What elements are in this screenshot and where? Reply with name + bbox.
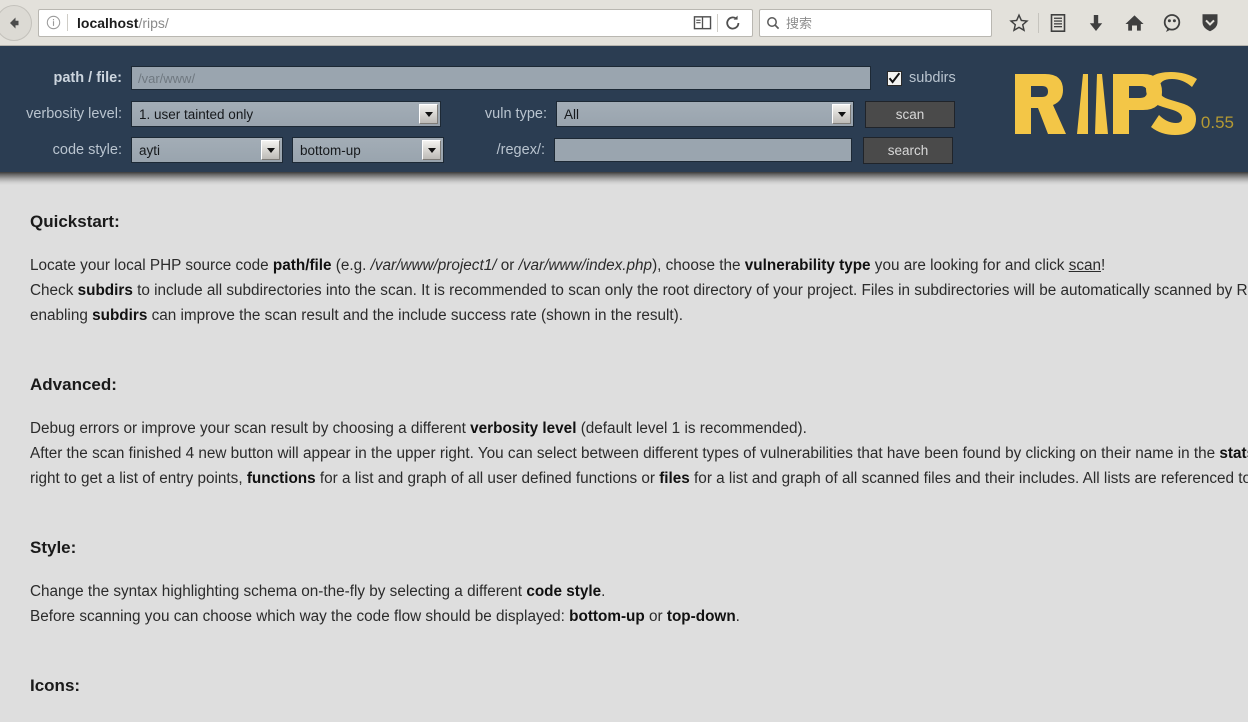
url-bar[interactable]: localhost/rips/ bbox=[38, 8, 753, 37]
text: Debug errors or improve your scan result… bbox=[30, 420, 471, 437]
text: or bbox=[496, 257, 519, 274]
back-button[interactable] bbox=[0, 4, 32, 41]
browser-toolbar-icons bbox=[1000, 8, 1229, 38]
text: or bbox=[644, 608, 667, 625]
subdirs-term-2: subdirs bbox=[92, 307, 148, 324]
code-flow-select[interactable]: bottom-up bbox=[292, 137, 444, 163]
rips-logo: 0.55 bbox=[1009, 68, 1234, 140]
style-paragraph-1: Change the syntax highlighting schema on… bbox=[30, 579, 1248, 604]
chevron-down-icon[interactable] bbox=[832, 104, 851, 124]
vuln-type-label: vuln type: bbox=[484, 106, 547, 122]
scan-button[interactable]: scan bbox=[865, 100, 955, 128]
text: ! bbox=[1101, 257, 1106, 274]
text: for a list and graph of all user defined… bbox=[315, 470, 660, 487]
text: ), choose the bbox=[652, 257, 745, 274]
url-host: localhost bbox=[77, 14, 139, 31]
text: . bbox=[601, 583, 606, 600]
path-input[interactable]: /var/www/ bbox=[131, 66, 871, 90]
browser-toolbar: localhost/rips/ 搜索 bbox=[0, 0, 1248, 46]
code-style-label: code style: bbox=[52, 142, 122, 158]
files-term: files bbox=[659, 470, 690, 487]
text: can improve the scan result and the incl… bbox=[147, 307, 684, 324]
text: you are looking for and click bbox=[870, 257, 1069, 274]
url-text: localhost/rips/ bbox=[68, 15, 687, 31]
text: Check bbox=[30, 282, 78, 299]
text: After the scan finished 4 new button wil… bbox=[30, 445, 1220, 462]
advanced-heading: Advanced: bbox=[30, 375, 117, 394]
text: Before scanning you can choose which way… bbox=[30, 608, 570, 625]
magnifier-icon bbox=[760, 16, 786, 30]
browser-search-input[interactable]: 搜索 bbox=[786, 13, 812, 32]
browser-search-bar[interactable]: 搜索 bbox=[759, 8, 992, 37]
chat-icon[interactable] bbox=[1153, 8, 1191, 38]
path-label: path / file: bbox=[53, 70, 122, 86]
subdirs-term-1: subdirs bbox=[77, 282, 133, 299]
regex-input[interactable] bbox=[554, 138, 852, 162]
chevron-down-icon[interactable] bbox=[261, 140, 280, 160]
downloads-icon[interactable] bbox=[1077, 8, 1115, 38]
bottom-up-term: bottom-up bbox=[569, 608, 645, 625]
functions-term: functions bbox=[246, 470, 316, 487]
regex-label: /regex/: bbox=[496, 142, 545, 158]
quickstart-paragraph-1: Locate your local PHP source code path/f… bbox=[30, 253, 1248, 278]
info-icon[interactable] bbox=[39, 10, 67, 36]
example-path-1: /var/www/project1/ bbox=[370, 257, 497, 274]
verbosity-level-term: verbosity level bbox=[470, 420, 577, 437]
search-button[interactable]: search bbox=[863, 136, 953, 164]
verbosity-select[interactable]: 1. user tainted only bbox=[131, 101, 441, 127]
code-style-value: ayti bbox=[139, 142, 161, 158]
icons-heading: Icons: bbox=[30, 676, 81, 695]
vuln-type-value: All bbox=[564, 106, 580, 122]
style-heading: Style: bbox=[30, 538, 77, 557]
checkmark-icon bbox=[888, 72, 901, 84]
advanced-paragraph-1: Debug errors or improve your scan result… bbox=[30, 416, 1248, 441]
code-style-select[interactable]: ayti bbox=[131, 137, 283, 163]
chevron-down-icon[interactable] bbox=[419, 104, 438, 124]
verbosity-label: verbosity level: bbox=[26, 106, 122, 122]
library-icon[interactable] bbox=[1039, 8, 1077, 38]
path-file-term: path/file bbox=[272, 257, 332, 274]
subdirs-checkbox[interactable]: subdirs bbox=[887, 70, 956, 86]
code-flow-value: bottom-up bbox=[300, 142, 361, 158]
advanced-paragraph-2: After the scan finished 4 new button wil… bbox=[30, 441, 1248, 491]
text: Locate your local PHP source code bbox=[30, 257, 273, 274]
rips-wordmark-icon bbox=[1014, 72, 1197, 135]
text: Change the syntax highlighting schema on… bbox=[30, 583, 527, 600]
reader-mode-icon[interactable] bbox=[687, 10, 717, 36]
back-arrow-icon bbox=[5, 14, 23, 32]
rips-header: path / file: /var/www/ subdirs verbosity… bbox=[0, 46, 1248, 185]
page-content: Quickstart: Locate your local PHP source… bbox=[0, 172, 1248, 696]
scan-link[interactable]: scan bbox=[1069, 257, 1101, 274]
style-paragraph-2: Before scanning you can choose which way… bbox=[30, 604, 1248, 629]
checkbox-box[interactable] bbox=[887, 70, 902, 86]
stats-term: stats bbox=[1219, 445, 1248, 462]
example-path-2: /var/www/index.php bbox=[518, 257, 653, 274]
text: for a list and graph of all scanned file… bbox=[694, 470, 1248, 487]
url-path: /rips/ bbox=[138, 14, 169, 31]
vuln-type-select[interactable]: All bbox=[556, 101, 854, 127]
text: (default level 1 is recommended). bbox=[576, 420, 807, 437]
reload-icon[interactable] bbox=[718, 10, 748, 36]
quickstart-heading: Quickstart: bbox=[30, 212, 120, 231]
vulnerability-type-term: vulnerability type bbox=[744, 257, 871, 274]
text: . bbox=[735, 608, 740, 625]
verbosity-value: 1. user tainted only bbox=[139, 106, 254, 122]
text: (e.g. bbox=[331, 257, 371, 274]
top-down-term: top-down bbox=[666, 608, 736, 625]
shield-icon[interactable] bbox=[1191, 8, 1229, 38]
quickstart-paragraph-2: Check subdirs to include all subdirector… bbox=[30, 278, 1248, 328]
url-bar-icons bbox=[687, 10, 752, 36]
chevron-down-icon[interactable] bbox=[422, 140, 441, 160]
code-style-term: code style bbox=[526, 583, 602, 600]
bookmark-star-icon[interactable] bbox=[1000, 8, 1038, 38]
rips-version: 0.55 bbox=[1200, 113, 1234, 132]
home-icon[interactable] bbox=[1115, 8, 1153, 38]
subdirs-label: subdirs bbox=[909, 70, 956, 86]
